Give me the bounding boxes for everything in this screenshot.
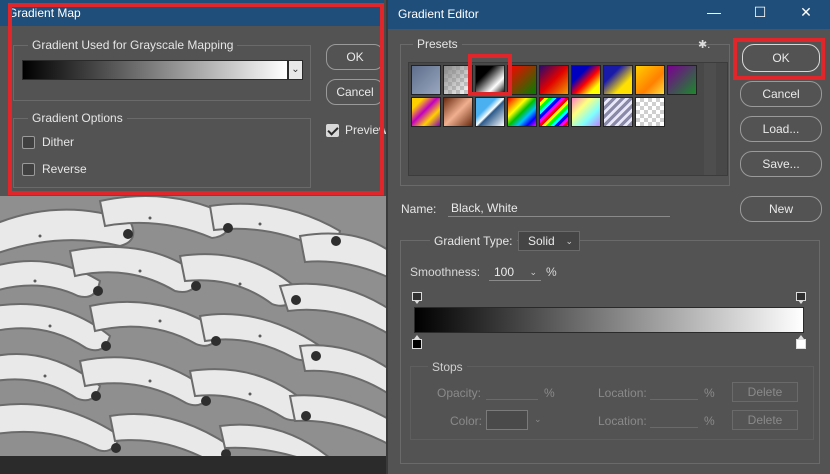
gradient-used-label: Gradient Used for Grayscale Mapping <box>28 38 238 52</box>
color-label: Color: <box>450 414 483 428</box>
new-button[interactable]: New <box>740 196 822 222</box>
preset-swatch[interactable] <box>539 97 569 127</box>
gradient-type-value: Solid <box>528 234 555 248</box>
gradient-type-select[interactable]: Solid ⌄ <box>518 231 580 251</box>
smoothness-field[interactable]: 100 ⌄ <box>489 263 541 281</box>
preset-swatch[interactable] <box>507 65 537 95</box>
delete-opacity-stop-button[interactable]: Delete <box>732 382 798 402</box>
save-button[interactable]: Save... <box>740 151 822 177</box>
gradient-options-group: Gradient Options Dither Reverse <box>13 111 311 188</box>
preset-swatch[interactable] <box>507 97 537 127</box>
preview-label: Preview <box>345 123 388 137</box>
image-bottom-strip <box>0 456 386 474</box>
ok-button[interactable]: OK <box>326 44 384 70</box>
close-icon[interactable]: ✕ <box>796 4 816 21</box>
banana-grayscale-image <box>0 196 386 456</box>
presets-scrollbar[interactable] <box>704 63 716 175</box>
smoothness-label: Smoothness: <box>410 265 481 279</box>
preset-swatch[interactable] <box>475 97 505 127</box>
stops-label: Stops <box>428 360 467 374</box>
preset-swatch[interactable] <box>411 65 441 95</box>
color-stop-icon[interactable] <box>412 339 422 349</box>
preset-swatch[interactable] <box>635 97 665 127</box>
gradient-options-label: Gradient Options <box>28 111 127 125</box>
maximize-icon[interactable]: ☐ <box>750 4 770 21</box>
delete-color-stop-button[interactable]: Delete <box>732 410 798 430</box>
load-button[interactable]: Load... <box>740 116 822 142</box>
preset-swatch[interactable] <box>571 65 601 95</box>
gradient-preview-bar[interactable] <box>22 60 288 80</box>
opacity-stop-right[interactable] <box>796 292 806 305</box>
color-stop-right[interactable] <box>796 335 806 349</box>
checkbox-checked-icon[interactable] <box>326 123 339 137</box>
checkbox-icon[interactable] <box>22 135 35 149</box>
smoothness-value: 100 <box>494 265 515 279</box>
gradient-editor-titlebar: Gradient Editor — ☐ ✕ <box>388 0 830 29</box>
opacity-location-field[interactable] <box>650 382 698 400</box>
opacity-label: Opacity: <box>437 386 482 400</box>
preset-swatch[interactable] <box>667 65 697 95</box>
percent-sign: % <box>546 265 557 279</box>
chevron-down-icon: ⌄ <box>565 236 573 246</box>
gear-icon[interactable]: ✱. <box>698 38 710 51</box>
presets-well <box>408 62 728 176</box>
opacity-stop-left[interactable] <box>412 292 422 305</box>
preset-swatch[interactable] <box>539 65 569 95</box>
gradient-editor-title: Gradient Editor <box>398 7 479 21</box>
preset-swatch[interactable] <box>443 97 473 127</box>
chevron-down-icon[interactable]: ⌄ <box>529 263 537 281</box>
gradient-map-dialog: Gradient Used for Grayscale Mapping ⌄ Gr… <box>0 26 388 196</box>
presets-label: Presets <box>413 37 462 51</box>
reverse-label: Reverse <box>42 162 87 176</box>
banana-photo <box>0 196 386 456</box>
preset-swatch[interactable] <box>571 97 601 127</box>
preset-swatch[interactable] <box>603 65 633 95</box>
name-field[interactable]: Black, White <box>448 199 670 217</box>
color-location-label: Location: <box>598 414 647 428</box>
opacity-location-label: Location: <box>598 386 647 400</box>
preset-swatch[interactable] <box>411 97 441 127</box>
color-location-field[interactable] <box>650 410 698 428</box>
chevron-down-icon[interactable]: ⌄ <box>534 414 542 425</box>
cancel-button[interactable]: Cancel <box>326 79 384 105</box>
color-stop-left[interactable] <box>412 335 422 349</box>
ok-button[interactable]: OK <box>742 44 820 72</box>
dither-label: Dither <box>42 135 75 149</box>
color-well[interactable] <box>486 410 528 430</box>
gradient-type-label: Gradient Type: <box>430 234 517 248</box>
color-stop-icon[interactable] <box>796 339 806 349</box>
name-label: Name: <box>401 202 437 216</box>
minimize-icon[interactable]: — <box>704 4 724 20</box>
reverse-checkbox[interactable]: Reverse <box>22 162 87 176</box>
gradient-map-title: Gradient Map <box>8 6 81 20</box>
opacity-percent: % <box>544 386 555 400</box>
gradient-map-titlebar: Gradient Map <box>0 0 384 26</box>
checkbox-icon[interactable] <box>22 162 35 176</box>
gradient-editor-dialog: Gradient Editor — ☐ ✕ Presets ✱. OK Canc… <box>386 0 830 474</box>
chevron-down-icon[interactable]: ⌄ <box>288 60 303 80</box>
preview-checkbox[interactable]: Preview <box>326 123 388 137</box>
opacity-location-percent: % <box>704 386 715 400</box>
gradient-bar[interactable] <box>414 307 804 333</box>
preset-swatch[interactable] <box>443 65 473 95</box>
color-location-percent: % <box>704 414 715 428</box>
cancel-button[interactable]: Cancel <box>740 81 822 107</box>
opacity-field[interactable] <box>486 382 538 400</box>
dither-checkbox[interactable]: Dither <box>22 135 74 149</box>
preset-swatch[interactable] <box>603 97 633 127</box>
gradient-used-group: Gradient Used for Grayscale Mapping ⌄ <box>13 38 311 101</box>
preset-swatch-black-white[interactable] <box>475 65 505 95</box>
preset-swatch[interactable] <box>635 65 665 95</box>
